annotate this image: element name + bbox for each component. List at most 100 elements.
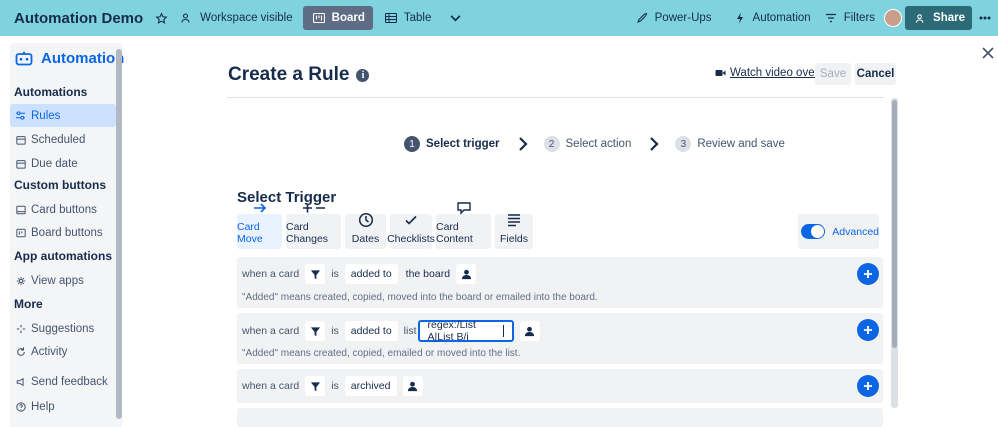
step-number: 1 [404, 136, 420, 152]
add-trigger-button[interactable] [857, 375, 879, 397]
more-icon [977, 10, 993, 26]
save-button[interactable]: Save [815, 63, 851, 85]
trigger-card[interactable]: when a card is added to the board "Added… [237, 257, 883, 308]
trigger-card[interactable]: when a card is archived [237, 369, 883, 403]
add-trigger-button[interactable] [857, 263, 879, 285]
sidebar-item-label: Due date [31, 157, 78, 170]
trigger-card[interactable] [237, 408, 883, 427]
sidebar-item-label: Scheduled [31, 133, 86, 146]
editor-scrollbar-thumb[interactable] [892, 100, 897, 348]
tab-dates[interactable]: Dates [345, 212, 386, 249]
info-icon[interactable]: i [356, 68, 370, 82]
clock-icon [358, 212, 374, 228]
sidebar-item-label: Send feedback [31, 375, 108, 388]
view-table-button[interactable]: Table [377, 6, 438, 30]
board-menu-button[interactable] [972, 6, 998, 30]
action-select[interactable]: added to [344, 321, 398, 341]
step-select-action[interactable]: 2 Select action [543, 136, 631, 152]
filter-icon [310, 269, 320, 279]
star-button[interactable] [149, 6, 173, 30]
trigger-hint: "Added" means created, copied, emailed o… [242, 348, 521, 359]
sidebar-item-help[interactable]: Help [10, 395, 116, 418]
filter-button[interactable] [305, 264, 326, 284]
view-board-button[interactable]: Board [302, 6, 373, 30]
avatar-button[interactable] [881, 6, 905, 30]
filters-button[interactable]: Filters [817, 6, 881, 30]
sparkle-icon [15, 323, 26, 334]
tab-card-move[interactable]: Card Move [237, 203, 282, 249]
chevron-right-icon [649, 137, 659, 151]
action-select[interactable]: archived [344, 376, 397, 396]
cancel-button[interactable]: Cancel [855, 63, 896, 85]
action-select[interactable]: added to [344, 264, 398, 284]
person-icon [461, 269, 471, 279]
people-icon [179, 10, 195, 26]
share-label: Share [933, 12, 965, 24]
views-menu-button[interactable] [441, 6, 469, 30]
megaphone-icon [15, 376, 26, 387]
tab-fields[interactable]: Fields [495, 214, 533, 249]
sidebar-item-due-date[interactable]: Due date [10, 152, 116, 175]
plus-icon [864, 270, 872, 278]
target-select[interactable]: the board [404, 264, 450, 284]
sidebar-item-board-buttons[interactable]: Board buttons [10, 221, 116, 244]
tab-card-changes[interactable]: Card Changes [286, 203, 341, 249]
trigger-sentence: when a card is archived [242, 376, 423, 396]
person-button[interactable] [519, 321, 540, 341]
automation-sidebar: Automation Automations Rules Scheduled D… [10, 43, 125, 427]
share-button[interactable]: Share [905, 6, 972, 30]
calendar-icon [15, 134, 26, 145]
sidebar-item-scheduled[interactable]: Scheduled [10, 128, 116, 151]
step-review-and-save[interactable]: 3 Review and save [675, 136, 785, 152]
trigger-card[interactable]: when a card is added to list regex:/List… [237, 313, 883, 364]
filter-button[interactable] [305, 321, 326, 341]
filter-lines-icon [823, 10, 839, 26]
tab-checklists[interactable]: Checklists [387, 214, 435, 249]
advanced-toggle-panel: Advanced [798, 214, 879, 249]
trigger-is: is [331, 380, 339, 392]
sidebar-title: Automation [41, 49, 125, 67]
list-name-value: regex:/List A|List B/i [427, 319, 476, 343]
sidebar-section-custom-buttons: Custom buttons [14, 178, 106, 192]
sidebar-section-more: More [14, 297, 43, 311]
trigger-subject: when a card [242, 325, 300, 337]
tab-label: Card Changes [286, 221, 329, 245]
sidebar-item-send-feedback[interactable]: Send feedback [10, 370, 116, 393]
sidebar-item-view-apps[interactable]: View apps [10, 269, 116, 292]
sidebar-item-rules[interactable]: Rules [10, 104, 116, 127]
person-button[interactable] [402, 376, 423, 396]
tab-label: Checklists [387, 233, 435, 245]
person-add-icon [912, 10, 928, 26]
filter-button[interactable] [305, 376, 326, 396]
list-name-input[interactable]: regex:/List A|List B/i [417, 319, 514, 343]
sidebar-item-card-buttons[interactable]: Card buttons [10, 198, 116, 221]
close-icon[interactable] [981, 46, 995, 60]
sidebar-scrollbar[interactable] [116, 49, 122, 419]
person-icon [407, 381, 418, 391]
sidebar-item-label: Help [31, 400, 55, 413]
sidebar-item-suggestions[interactable]: Suggestions [10, 317, 116, 340]
board-icon [311, 10, 327, 26]
advanced-toggle[interactable] [801, 224, 826, 239]
board-title[interactable]: Automation Demo [8, 6, 149, 30]
automation-button[interactable]: Automation [726, 6, 817, 30]
plus-minus-icon [302, 200, 326, 216]
visibility-button[interactable]: Workspace visible [173, 6, 298, 30]
sidebar-item-activity[interactable]: Activity [10, 340, 116, 363]
gear-icon [15, 275, 26, 286]
add-trigger-button[interactable] [857, 319, 879, 341]
visibility-label: Workspace visible [200, 12, 293, 24]
sidebar-item-label: Card buttons [31, 203, 97, 216]
plus-icon [864, 326, 872, 334]
tab-label: Fields [499, 233, 528, 245]
step-select-trigger[interactable]: 1 Select trigger [404, 136, 500, 152]
person-button[interactable] [456, 264, 477, 284]
plus-icon [864, 382, 872, 390]
sidebar-item-label: Suggestions [31, 322, 95, 335]
view-table-label: Table [403, 12, 432, 24]
tab-card-content[interactable]: Card Content [436, 202, 491, 249]
rule-steps: 1 Select trigger 2 Select action 3 Revie… [404, 136, 785, 152]
power-ups-button[interactable]: Power-Ups [628, 6, 718, 30]
text-caret [502, 325, 504, 337]
trigger-is: is [331, 268, 339, 280]
